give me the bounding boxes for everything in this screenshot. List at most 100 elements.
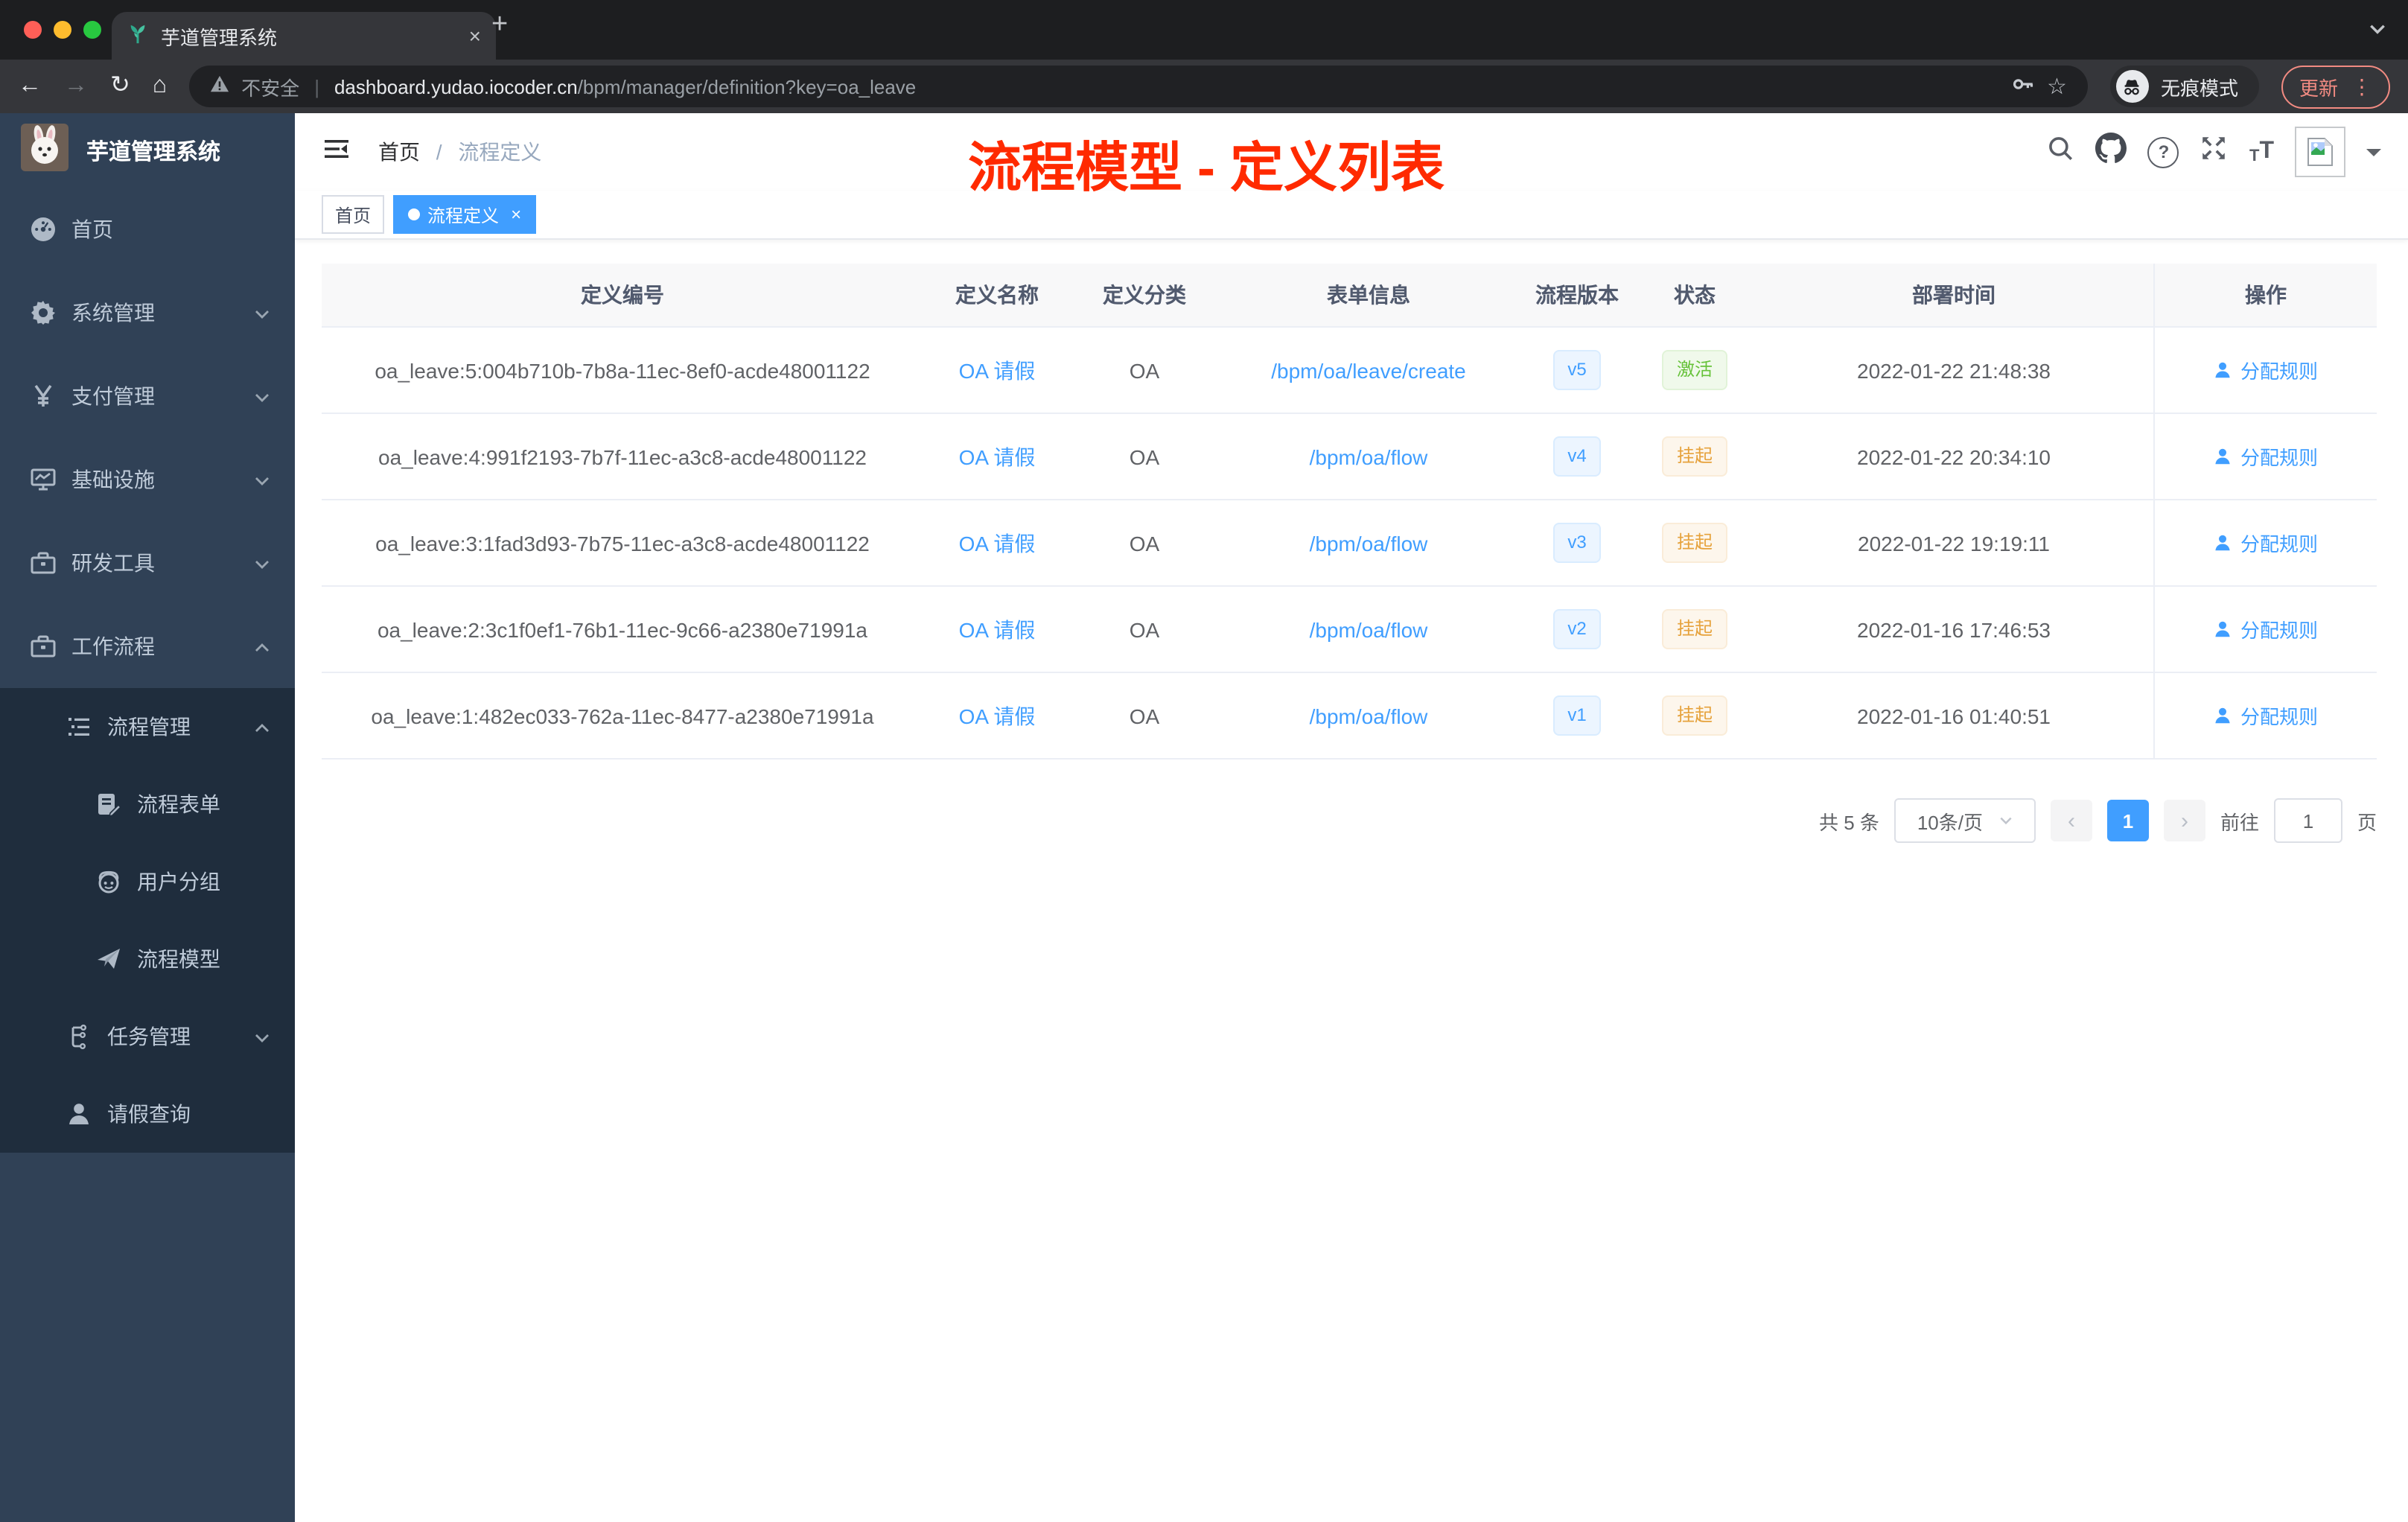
address-bar[interactable]: 不安全 | dashboard.yudao.iocoder.cn /bpm/ma… [189, 66, 2088, 107]
breadcrumb: 首页 / 流程定义 [378, 137, 541, 167]
definition-name-link[interactable]: OA 请假 [959, 614, 1036, 644]
sidebar-item-process-management[interactable]: 流程管理 [0, 688, 295, 765]
definition-name-link[interactable]: OA 请假 [959, 701, 1036, 730]
definition-id: oa_leave:2:3c1f0ef1-76b1-11ec-9c66-a2380… [377, 617, 867, 641]
form-link[interactable]: /bpm/oa/flow [1310, 445, 1428, 468]
sidebar-item-task-management[interactable]: 任务管理 [0, 998, 295, 1075]
assign-rule-button[interactable]: 分配规则 [2214, 442, 2318, 471]
page-size-select[interactable]: 10条/页 [1893, 798, 2036, 843]
search-icon[interactable] [2047, 134, 2075, 170]
assign-rule-button[interactable]: 分配规则 [2214, 356, 2318, 384]
definition-name-link[interactable]: OA 请假 [959, 528, 1036, 558]
bookmark-star-icon[interactable]: ☆ [2047, 73, 2067, 100]
chevron-up-icon [253, 718, 271, 742]
breadcrumb-current: 流程定义 [458, 140, 542, 164]
sidebar-item-workflow[interactable]: 工作流程 [0, 605, 295, 688]
page-1-button[interactable]: 1 [2106, 800, 2149, 841]
user-icon [69, 1104, 89, 1124]
minimize-window-button[interactable] [54, 21, 71, 39]
definition-id: oa_leave:1:482ec033-762a-11ec-8477-a2380… [371, 704, 874, 727]
goto-page-input[interactable] [2273, 798, 2342, 843]
password-key-icon[interactable] [2010, 71, 2035, 101]
form-link[interactable]: /bpm/oa/flow [1310, 704, 1428, 727]
tree-nodes-icon [71, 1025, 87, 1050]
user-icon [2216, 621, 2231, 637]
tag-process-definition[interactable]: 流程定义 × [393, 195, 537, 234]
browser-tab[interactable]: 芋道管理系统 × [112, 12, 496, 60]
forward-button[interactable]: → [64, 74, 88, 98]
assign-rule-button[interactable]: 分配规则 [2214, 615, 2318, 643]
user-icon [2216, 707, 2231, 724]
avatar-caret-icon[interactable] [2366, 149, 2381, 164]
table-row: oa_leave:1:482ec033-762a-11ec-8477-a2380… [322, 673, 2377, 760]
pagination: 共 5 条 10条/页 ‹ 1 › 前往 页 [1819, 798, 2377, 843]
sidebar-item-devtools[interactable]: 研发工具 [0, 521, 295, 605]
incognito-label: 无痕模式 [2160, 77, 2238, 99]
new-tab-button[interactable]: + [491, 9, 508, 42]
help-icon[interactable]: ? [2147, 136, 2179, 168]
fullscreen-icon[interactable] [2200, 134, 2229, 170]
page-size-value: 10条/页 [1917, 811, 1983, 833]
dashboard-icon [31, 217, 55, 241]
breadcrumb-home[interactable]: 首页 [378, 140, 420, 164]
sidebar-item-system[interactable]: 系统管理 [0, 271, 295, 354]
sidebar-item-process-form[interactable]: 流程表单 [0, 765, 295, 843]
table-header-row: 定义编号 定义名称 定义分类 表单信息 流程版本 状态 部署时间 操作 [322, 264, 2377, 328]
deploy-time: 2022-01-22 21:48:38 [1857, 358, 2051, 382]
sidebar-item-home[interactable]: 首页 [0, 188, 295, 271]
definition-name-link[interactable]: OA 请假 [959, 442, 1036, 471]
sidebar-item-process-model[interactable]: 流程模型 [0, 920, 295, 998]
github-icon[interactable] [2095, 133, 2127, 171]
tag-home[interactable]: 首页 [322, 195, 385, 234]
monitor-chart-icon [31, 468, 56, 491]
sidebar-item-label: 任务管理 [107, 1025, 191, 1048]
chevron-down-icon [253, 387, 271, 411]
sidebar-logo: 芋道管理系统 [0, 113, 295, 188]
main-area: 流程模型 - 定义列表 首页 / 流程定义 ? T T 首页 流程定义 × 定义… [295, 113, 2408, 1522]
form-link[interactable]: /bpm/oa/flow [1310, 531, 1428, 555]
browser-tab-strip: 芋道管理系统 × + [0, 0, 2408, 60]
tab-close-icon[interactable]: × [469, 24, 481, 48]
definition-category: OA [1129, 358, 1160, 382]
sidebar-item-label: 首页 [71, 217, 113, 241]
definition-table: 定义编号 定义名称 定义分类 表单信息 流程版本 状态 部署时间 操作 oa_l… [322, 264, 2377, 760]
sidebar-item-payment[interactable]: 支付管理 [0, 354, 295, 438]
form-link[interactable]: /bpm/oa/flow [1310, 617, 1428, 641]
assign-rule-button[interactable]: 分配规则 [2214, 701, 2318, 730]
sidebar-item-label: 请假查询 [107, 1102, 191, 1126]
assign-rule-button[interactable]: 分配规则 [2214, 529, 2318, 557]
user-avatar-broken-image[interactable] [2295, 127, 2345, 177]
tab-search-chevron-icon[interactable] [2368, 19, 2387, 46]
prev-page-button[interactable]: ‹ [2050, 800, 2092, 841]
sidebar-collapse-icon[interactable] [322, 133, 351, 171]
definition-name-link[interactable]: OA 请假 [959, 355, 1036, 385]
version-badge: v2 [1552, 609, 1602, 649]
font-size-icon[interactable]: TT [2249, 138, 2274, 165]
sidebar-item-leave-query[interactable]: 请假查询 [0, 1075, 295, 1153]
tag-close-icon[interactable]: × [511, 204, 521, 225]
next-page-button[interactable]: › [2163, 800, 2205, 841]
close-window-button[interactable] [24, 21, 42, 39]
active-tag-dot [408, 208, 421, 220]
browser-menu-icon[interactable]: ⋮ [2351, 74, 2372, 99]
sidebar-item-infrastructure[interactable]: 基础设施 [0, 438, 295, 521]
chevron-down-icon [253, 471, 271, 494]
status-badge: 挂起 [1661, 695, 1727, 736]
update-label[interactable]: 更新 [2299, 72, 2338, 101]
app-logo-avatar [21, 123, 69, 178]
robot-face-icon [98, 870, 119, 894]
version-badge: v3 [1552, 523, 1602, 563]
sidebar-item-user-group[interactable]: 用户分组 [0, 843, 295, 920]
chrome-update-chip[interactable]: 更新 ⋮ [2281, 65, 2390, 108]
reload-button[interactable]: ↻ [110, 74, 130, 98]
back-button[interactable]: ← [18, 74, 42, 98]
maximize-window-button[interactable] [83, 21, 101, 39]
tab-title: 芋道管理系统 [161, 26, 278, 48]
form-link[interactable]: /bpm/oa/leave/create [1271, 358, 1466, 382]
security-warning-icon[interactable] [210, 74, 229, 98]
url-path: /bpm/manager/definition?key=oa_leave [577, 75, 917, 98]
home-button[interactable]: ⌂ [153, 74, 167, 98]
page-content: 定义编号 定义名称 定义分类 表单信息 流程版本 状态 部署时间 操作 oa_l… [295, 240, 2408, 1522]
sidebar-item-label: 流程模型 [137, 947, 220, 971]
status-badge: 挂起 [1661, 523, 1727, 563]
